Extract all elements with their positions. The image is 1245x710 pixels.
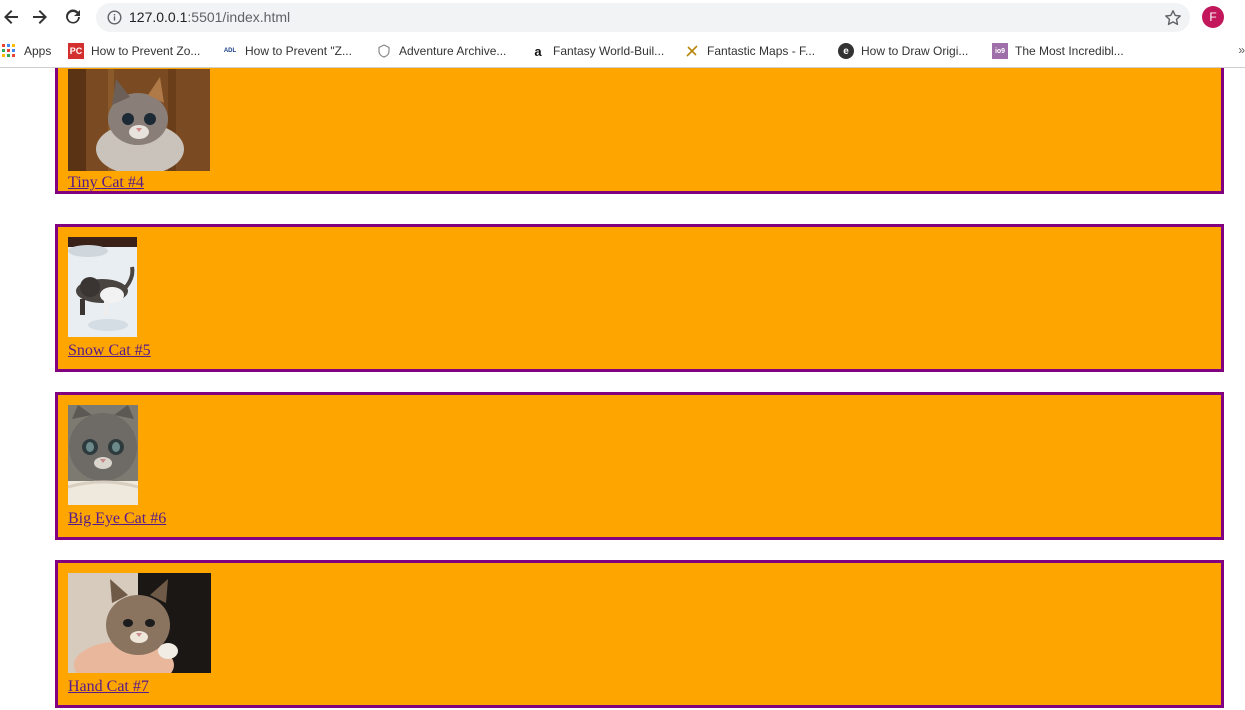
cat-caption-link[interactable]: Tiny Cat #4 — [68, 174, 144, 192]
cat-card: Snow Cat #5 — [55, 224, 1224, 372]
bookmark-item[interactable]: ADL How to Prevent "Z... — [222, 41, 352, 61]
pc-favicon-icon: PC — [68, 43, 84, 59]
bookmark-label: Fantasy World-Buil... — [553, 44, 665, 58]
cat-card: Hand Cat #7 — [55, 560, 1224, 708]
cat-photo-image — [68, 69, 210, 171]
cat-image-link[interactable] — [68, 69, 210, 171]
forward-icon[interactable] — [29, 6, 51, 28]
url-host: 127.0.0.1 — [129, 9, 188, 25]
cat-caption-link[interactable]: Snow Cat #5 — [68, 342, 151, 360]
bookmark-apps[interactable]: Apps — [1, 41, 51, 61]
browser-toolbar: 127.0.0.1:5501/index.html F — [0, 0, 1245, 35]
url-path: :5501/index.html — [187, 9, 291, 25]
cat-photo-image — [68, 237, 137, 337]
cat-card: Big Eye Cat #6 — [55, 392, 1224, 540]
reload-icon[interactable] — [62, 6, 84, 28]
bookmark-item[interactable]: Fantastic Maps - F... — [684, 41, 815, 61]
cat-image-link[interactable] — [68, 405, 138, 505]
cat-caption-link[interactable]: Big Eye Cat #6 — [68, 510, 166, 528]
url-text: 127.0.0.1:5501/index.html — [129, 9, 290, 25]
bookmark-item[interactable]: a Fantasy World-Buil... — [530, 41, 664, 61]
back-icon[interactable] — [0, 6, 22, 28]
bookmark-label: How to Draw Origi... — [861, 44, 969, 58]
bookmarks-overflow-icon[interactable]: » — [1238, 43, 1245, 57]
bookmark-star-icon[interactable] — [1164, 9, 1182, 27]
cat-image-link[interactable] — [68, 237, 137, 337]
cat-photo-image — [68, 573, 211, 673]
cat-card: Tiny Cat #4 — [55, 68, 1224, 194]
amazon-favicon-icon: a — [534, 43, 542, 59]
compass-favicon-icon — [684, 43, 700, 59]
bookmark-item[interactable]: PC How to Prevent Zo... — [68, 41, 200, 61]
bookmark-label: Adventure Archive... — [399, 44, 507, 58]
bookmark-item[interactable]: e How to Draw Origi... — [838, 41, 968, 61]
bookmark-label: How to Prevent Zo... — [91, 44, 201, 58]
apps-grid-icon — [1, 43, 17, 59]
shield-favicon-icon — [376, 43, 392, 59]
bookmark-item[interactable]: Adventure Archive... — [376, 41, 506, 61]
bookmark-label: The Most Incredibl... — [1015, 44, 1124, 58]
e-favicon-icon: e — [838, 43, 854, 59]
page-viewport: Tiny Cat #4 Snow Cat #5 Big Eye Cat #6 H… — [0, 68, 1245, 710]
bookmark-item[interactable]: io9 The Most Incredibl... — [992, 41, 1124, 61]
bookmark-label: How to Prevent "Z... — [245, 44, 352, 58]
cat-photo-image — [68, 405, 138, 505]
io9-favicon-icon: io9 — [992, 43, 1008, 59]
bookmark-label: Apps — [24, 44, 52, 58]
adl-favicon-icon: ADL — [223, 48, 237, 54]
address-bar[interactable]: 127.0.0.1:5501/index.html — [96, 3, 1190, 32]
cat-caption-link[interactable]: Hand Cat #7 — [68, 678, 149, 696]
profile-avatar[interactable]: F — [1202, 6, 1224, 28]
bookmarks-bar: Apps PC How to Prevent Zo... ADL How to … — [0, 35, 1245, 68]
cat-image-link[interactable] — [68, 573, 211, 673]
bookmark-label: Fantastic Maps - F... — [707, 44, 816, 58]
info-icon[interactable] — [107, 10, 122, 25]
